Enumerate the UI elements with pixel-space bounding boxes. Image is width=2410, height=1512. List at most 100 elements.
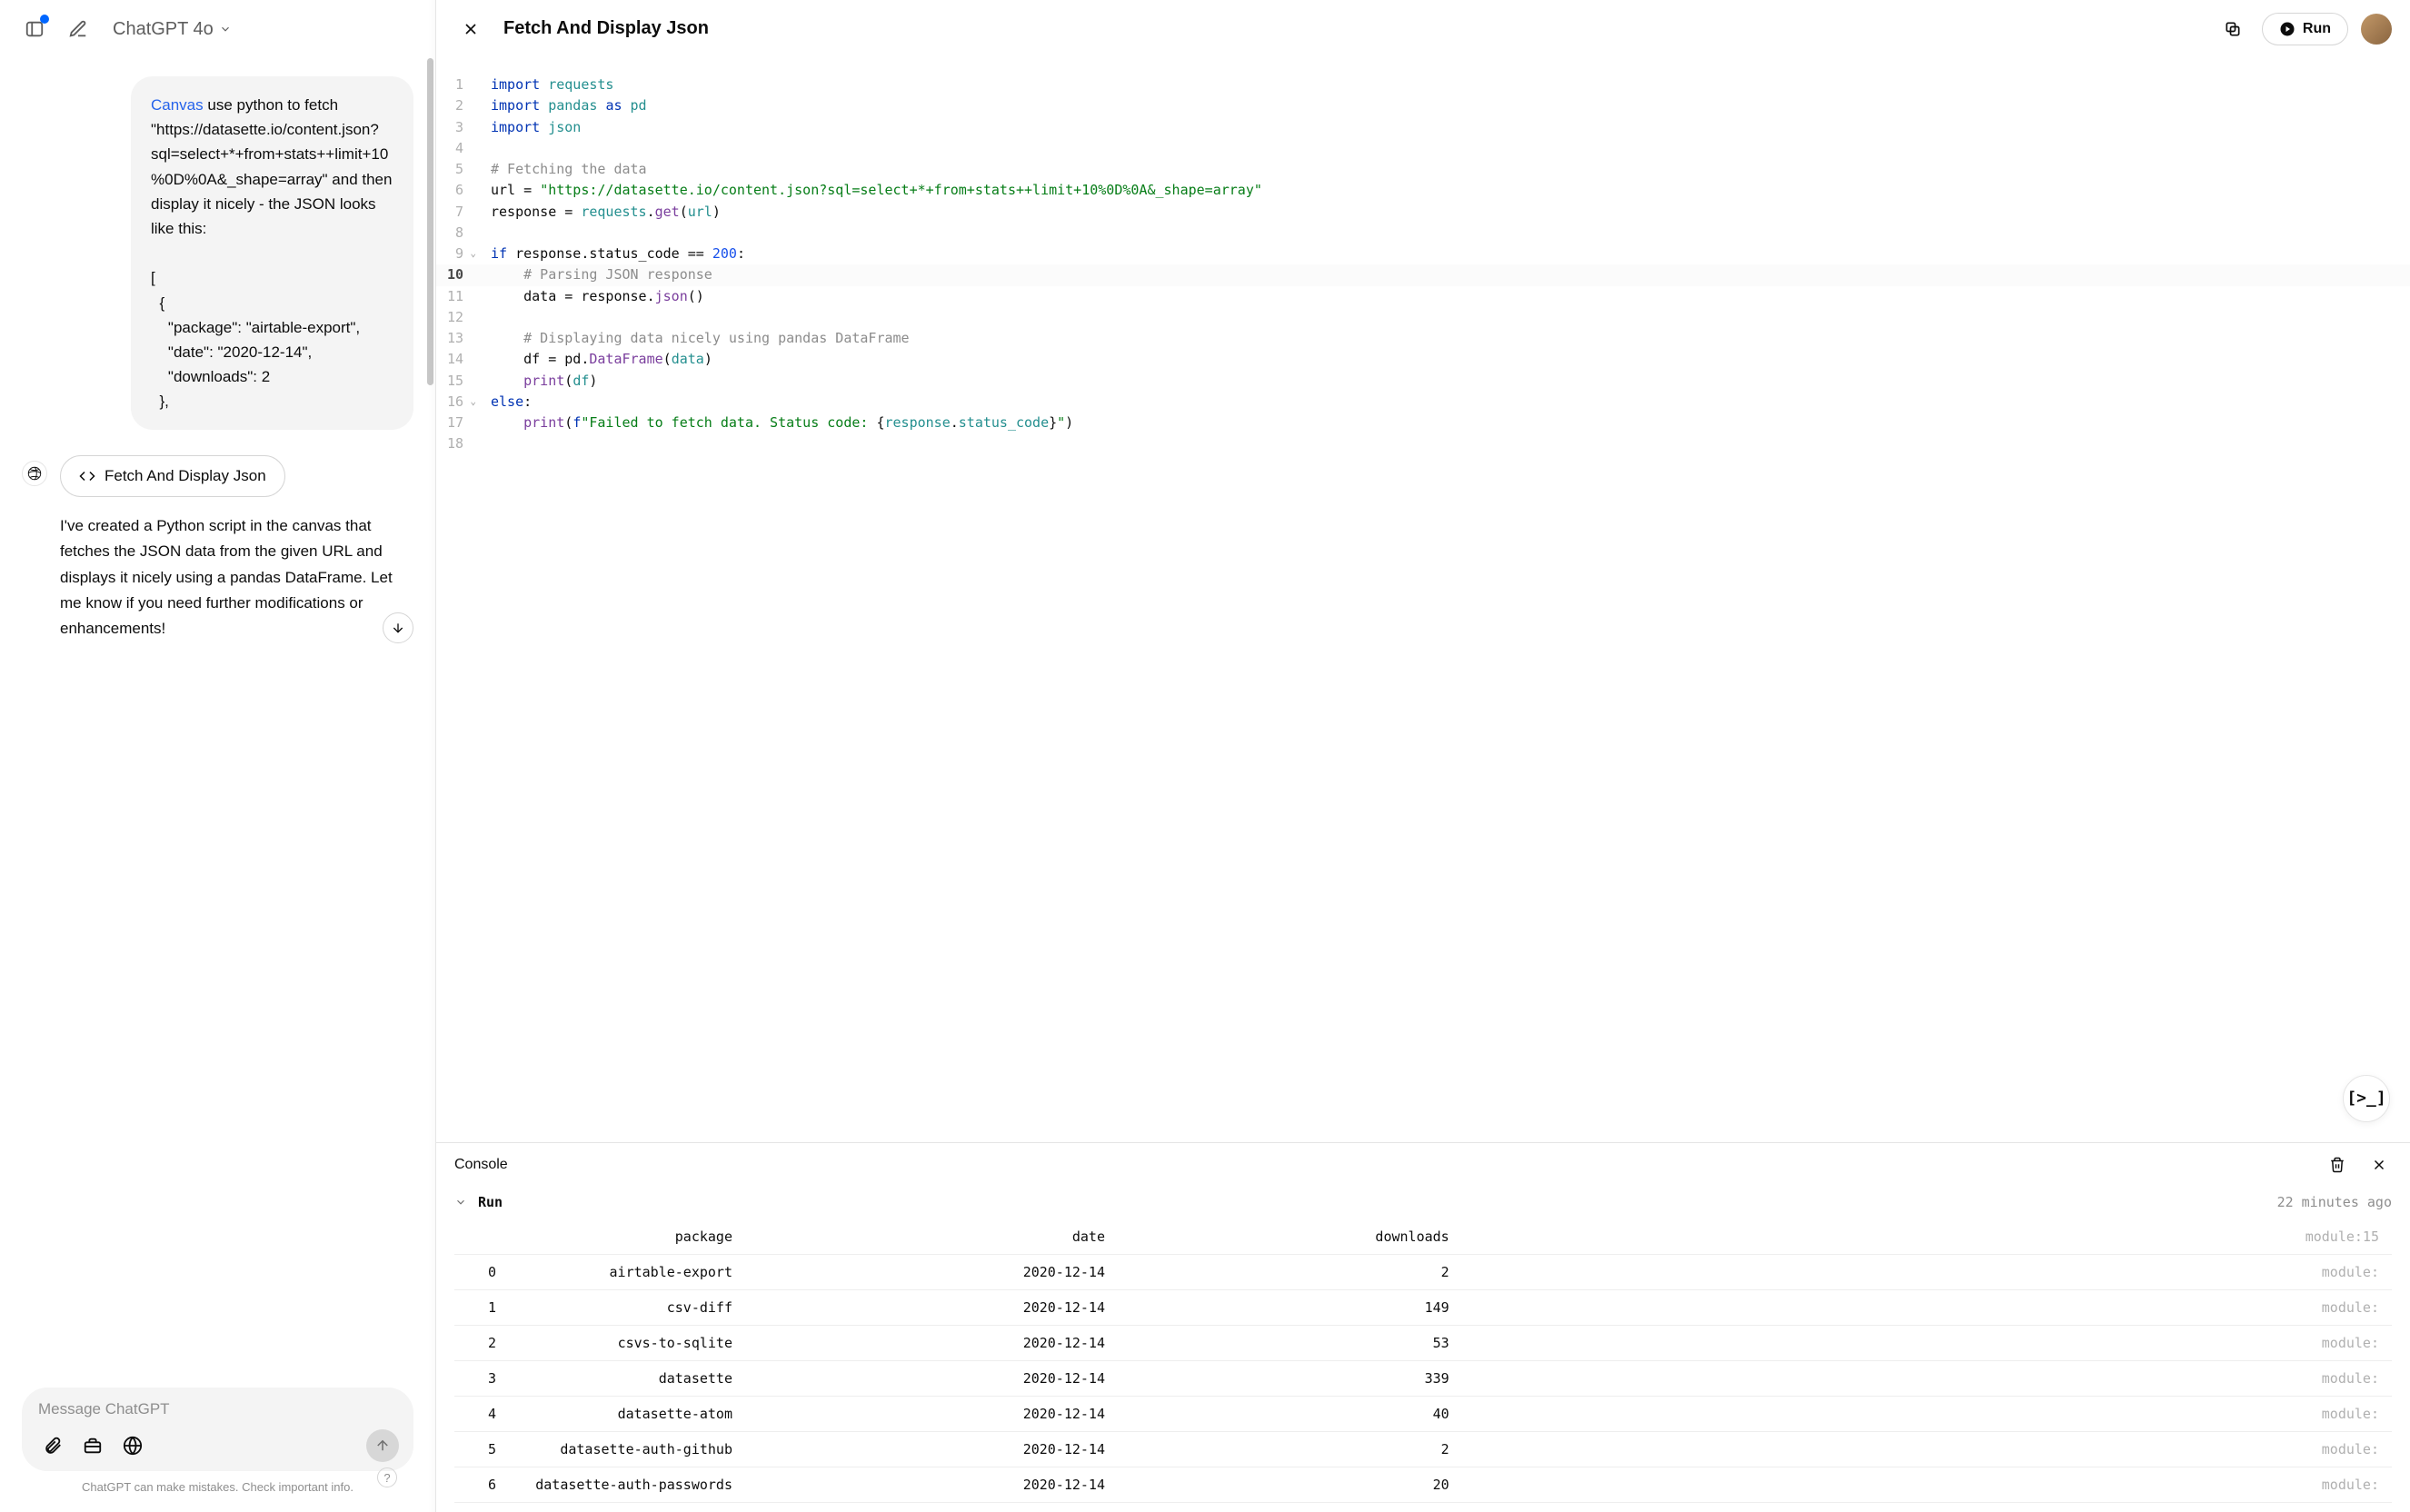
globe-icon [123,1436,143,1456]
table-row: 3datasette2020-12-14339module: [454,1361,2392,1397]
clear-console-button[interactable] [2325,1152,2350,1178]
table-cell: 0 [454,1255,509,1290]
canvas-artifact-pill[interactable]: Fetch And Display Json [60,455,285,497]
table-cell: 2020-12-14 [745,1397,1118,1432]
code-content: # Parsing JSON response [474,264,712,285]
code-content [474,223,499,244]
attach-button[interactable] [38,1431,67,1460]
table-cell: module: [1462,1255,2392,1290]
toggle-sidebar-button[interactable] [18,13,51,45]
fold-chevron-icon[interactable]: ⌄ [470,393,476,409]
table-cell: 2 [1118,1255,1462,1290]
line-number: 10 [436,264,474,285]
table-cell: 2020-12-14 [745,1290,1118,1326]
user-avatar[interactable] [2361,14,2392,45]
scroll-down-button[interactable] [383,612,413,643]
code-line[interactable]: 11 data = response.json() [436,286,2410,307]
code-line[interactable]: 16⌄else: [436,392,2410,413]
table-row: 1csv-diff2020-12-14149module: [454,1290,2392,1326]
send-button[interactable] [366,1429,399,1462]
line-number: 1 [436,75,474,95]
terminal-fab[interactable]: [>_] [2343,1075,2390,1122]
code-line[interactable]: 4 [436,138,2410,159]
code-line[interactable]: 17 print(f"Failed to fetch data. Status … [436,413,2410,433]
code-line[interactable]: 7response = requests.get(url) [436,202,2410,223]
line-number: 16⌄ [436,392,474,413]
code-content: # Fetching the data [474,159,647,180]
code-content [474,433,499,454]
table-cell: datasette-auth-github [509,1432,745,1467]
code-line[interactable]: 10 # Parsing JSON response [436,264,2410,285]
line-number: 4 [436,138,474,159]
help-button[interactable]: ? [377,1467,397,1487]
canvas-tag: Canvas [151,96,204,114]
code-line[interactable]: 18 [436,433,2410,454]
console-run-time: 22 minutes ago [2277,1194,2392,1210]
code-content: df = pd.DataFrame(data) [474,349,712,370]
code-line[interactable]: 9⌄if response.status_code == 200: [436,244,2410,264]
notification-dot-icon [40,15,49,24]
code-line[interactable]: 14 df = pd.DataFrame(data) [436,349,2410,370]
table-cell: 2 [454,1326,509,1361]
code-content: url = "https://datasette.io/content.json… [474,180,1262,201]
model-selector[interactable]: ChatGPT 4o [105,15,239,44]
column-header: package [509,1219,745,1255]
trash-icon [2329,1157,2345,1173]
column-header: date [745,1219,1118,1255]
new-chat-button[interactable] [62,13,95,45]
fold-chevron-icon[interactable]: ⌄ [470,245,476,261]
table-cell: 5 [454,1432,509,1467]
canvas-panel: Fetch And Display Json Run 1import reque… [436,0,2410,1512]
user-message: Canvas use python to fetch "https://data… [131,76,413,430]
table-cell: 149 [1118,1290,1462,1326]
composer-area: ChatGPT can make mistakes. Check importa… [0,1373,435,1512]
table-cell: 339 [1118,1361,1462,1397]
code-line[interactable]: 13 # Displaying data nicely using pandas… [436,328,2410,349]
column-header: module:15 [1462,1219,2392,1255]
copy-button[interactable] [2216,13,2249,45]
table-cell: module: [1462,1361,2392,1397]
line-number: 14 [436,349,474,370]
code-line[interactable]: 2import pandas as pd [436,95,2410,116]
code-content: if response.status_code == 200: [474,244,745,264]
code-line[interactable]: 5# Fetching the data [436,159,2410,180]
message-input[interactable] [38,1400,399,1418]
scrollbar-thumb[interactable] [427,58,433,385]
code-content: import requests [474,75,613,95]
table-cell: 2020-12-14 [745,1255,1118,1290]
console-output[interactable]: packagedatedownloadsmodule:150airtable-e… [436,1218,2410,1512]
table-cell: module: [1462,1467,2392,1503]
web-button[interactable] [118,1431,147,1460]
tools-button[interactable] [78,1431,107,1460]
code-line[interactable]: 1import requests [436,75,2410,95]
table-cell: module: [1462,1290,2392,1326]
close-console-button[interactable] [2366,1152,2392,1178]
output-table: packagedatedownloadsmodule:150airtable-e… [454,1219,2392,1503]
chat-header: ChatGPT 4o [0,0,435,58]
canvas-header: Fetch And Display Json Run [436,0,2410,58]
line-number: 8 [436,223,474,244]
arrow-down-icon [391,621,405,635]
table-cell: csv-diff [509,1290,745,1326]
code-line[interactable]: 15 print(df) [436,371,2410,392]
code-editor[interactable]: 1import requests2import pandas as pd3imp… [436,58,2410,1142]
run-button[interactable]: Run [2262,13,2348,45]
table-cell: 53 [1118,1326,1462,1361]
close-canvas-button[interactable] [454,13,487,45]
console-run-row[interactable]: Run 22 minutes ago [436,1187,2410,1218]
code-line[interactable]: 3import json [436,117,2410,138]
copy-icon [2224,20,2242,38]
line-number: 18 [436,433,474,454]
code-line[interactable]: 8 [436,223,2410,244]
close-icon [462,20,480,38]
table-cell: datasette-auth-passwords [509,1467,745,1503]
chat-scroll-area[interactable]: Canvas use python to fetch "https://data… [0,58,435,1373]
table-cell: module: [1462,1432,2392,1467]
table-cell: 20 [1118,1467,1462,1503]
user-message-text: use python to fetch "https://datasette.i… [151,96,396,410]
code-line[interactable]: 6url = "https://datasette.io/content.jso… [436,180,2410,201]
code-content: import pandas as pd [474,95,647,116]
code-line[interactable]: 12 [436,307,2410,328]
code-content [474,138,499,159]
table-cell: datasette [509,1361,745,1397]
